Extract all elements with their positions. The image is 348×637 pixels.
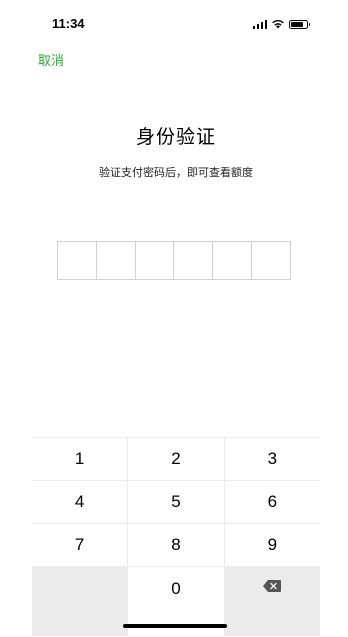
status-bar: 11:34: [32, 0, 320, 46]
keypad-row: 7 8 9: [32, 524, 320, 567]
backspace-icon: [263, 580, 282, 592]
key-4[interactable]: 4: [32, 481, 129, 523]
key-5[interactable]: 5: [128, 481, 225, 523]
wifi-icon: [272, 19, 284, 29]
pin-input[interactable]: [57, 241, 291, 280]
key-3[interactable]: 3: [225, 438, 320, 480]
pin-digit-box: [136, 242, 175, 279]
status-time: 11:34: [52, 16, 85, 31]
home-indicator[interactable]: [123, 624, 227, 628]
pin-digit-box: [97, 242, 136, 279]
numeric-keypad: 1 2 3 4 5 6 7 8 9 0: [32, 437, 320, 637]
key-9[interactable]: 9: [225, 524, 320, 566]
pin-digit-box: [58, 242, 97, 279]
pin-digit-box: [213, 242, 253, 279]
key-2[interactable]: 2: [128, 438, 225, 480]
keypad-row: 1 2 3: [32, 438, 320, 481]
key-7[interactable]: 7: [32, 524, 129, 566]
key-6[interactable]: 6: [225, 481, 320, 523]
battery-icon: [289, 19, 310, 29]
page-subtitle: 验证支付密码后，即可查看额度: [99, 167, 253, 179]
key-8[interactable]: 8: [128, 524, 225, 566]
status-icons: [252, 19, 310, 29]
signal-icon: [252, 19, 267, 29]
pin-digit-box: [252, 242, 290, 279]
keypad-row: 4 5 6: [32, 481, 320, 524]
phone-screen: 11:34 取消 身份验证 验证支付密码后，即可查看额度 1 2 3 4 5 6…: [32, 0, 320, 637]
key-1[interactable]: 1: [32, 438, 129, 480]
backspace-button[interactable]: [224, 567, 320, 636]
key-blank: [32, 567, 129, 636]
page-title: 身份验证: [135, 127, 216, 148]
pin-digit-box: [174, 242, 214, 279]
cancel-button[interactable]: 取消: [38, 50, 64, 69]
